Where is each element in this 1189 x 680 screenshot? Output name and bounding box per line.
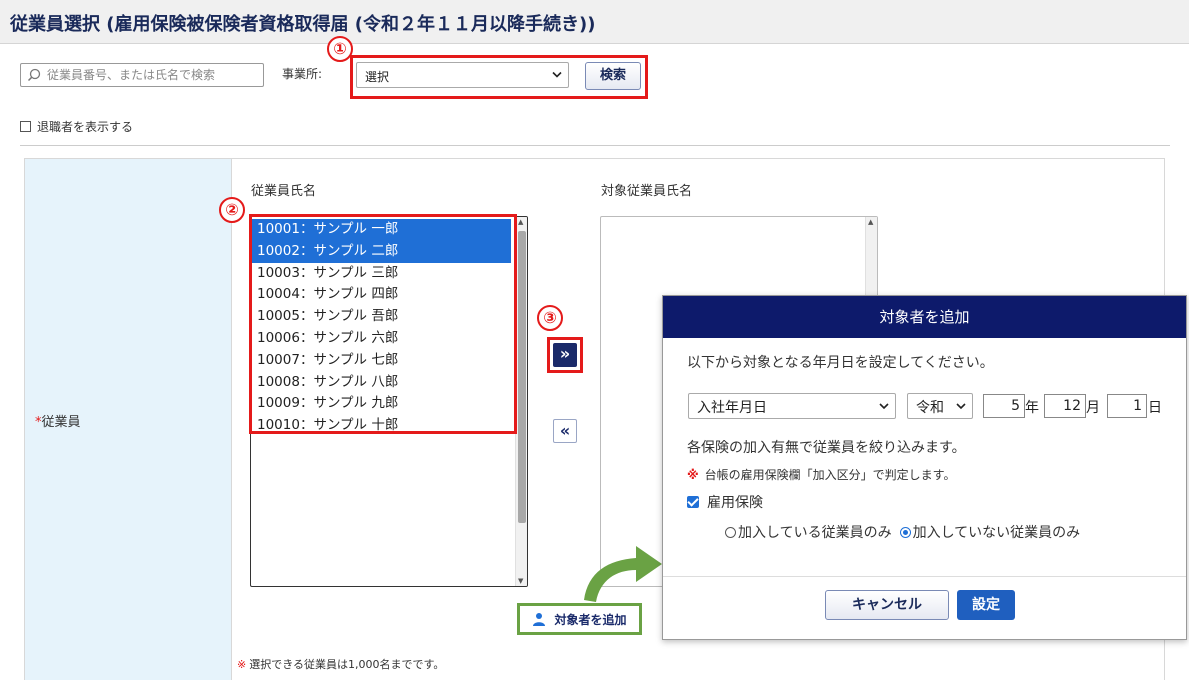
- target-list-header: 対象従業員氏名: [601, 184, 693, 199]
- radio-not-joined-label[interactable]: 加入していない従業員のみ: [913, 522, 1081, 542]
- radio-joined[interactable]: [725, 526, 736, 538]
- show-retired-toggle[interactable]: 退職者を表示する: [20, 118, 133, 135]
- office-label: 事業所:: [282, 67, 323, 81]
- callout-number-3: ③: [537, 305, 563, 331]
- dialog-footer-divider: [663, 576, 1186, 577]
- set-button[interactable]: 設定: [957, 590, 1015, 620]
- callout-box-2: [249, 214, 517, 434]
- add-target-dialog: 対象者を追加 以下から対象となる年月日を設定してください。 入社年月日 令和 5…: [662, 295, 1187, 640]
- filter-description: 各保険の加入有無で従業員を絞り込みます。: [687, 440, 966, 456]
- green-arrow-icon: [584, 546, 662, 602]
- chevron-down-icon: [956, 403, 966, 410]
- field-label-cell: *従業員: [25, 159, 232, 680]
- user-icon: [533, 613, 546, 626]
- source-list-header: 従業員氏名: [251, 184, 317, 199]
- add-target-label: 対象者を追加: [554, 612, 627, 627]
- day-input[interactable]: 1: [1107, 394, 1147, 418]
- scroll-up-icon[interactable]: ▲: [868, 218, 873, 226]
- month-input[interactable]: 12: [1044, 394, 1086, 418]
- era-value: 令和: [916, 400, 944, 416]
- employment-insurance-checkbox[interactable]: [687, 496, 699, 508]
- show-retired-label: 退職者を表示する: [37, 120, 134, 134]
- employee-field-label: *従業員: [35, 415, 81, 430]
- page-header: 従業員選択 (雇用保険被保険者資格取得届 (令和２年１１月以降手続き)): [0, 0, 1189, 44]
- search-input[interactable]: [47, 66, 261, 84]
- year-input[interactable]: 5: [983, 394, 1025, 418]
- enrollment-radio-group: 加入している従業員のみ 加入していない従業員のみ: [725, 522, 1080, 542]
- filter-note: ※ 台帳の雇用保険欄「加入区分」で判定します。: [687, 468, 956, 482]
- show-retired-checkbox[interactable]: [20, 121, 31, 132]
- month-unit: 月: [1086, 400, 1100, 416]
- limit-note: ※ 選択できる従業員は1,000名までです。: [237, 658, 445, 671]
- cancel-button[interactable]: キャンセル: [825, 590, 949, 620]
- callout-number-2: ②: [219, 197, 245, 223]
- add-target-button[interactable]: 対象者を追加: [517, 603, 642, 635]
- callout-number-1: ①: [327, 36, 353, 62]
- date-type-value: 入社年月日: [697, 400, 767, 416]
- day-unit: 日: [1148, 400, 1162, 416]
- divider: [20, 145, 1170, 146]
- scroll-down-icon[interactable]: ▼: [518, 577, 523, 585]
- search-icon: [27, 68, 41, 82]
- filter-note-mark: ※: [687, 468, 699, 482]
- move-left-button[interactable]: «: [553, 419, 577, 443]
- page-title: 従業員選択 (雇用保険被保険者資格取得届 (令和２年１１月以降手続き)): [10, 14, 596, 35]
- callout-box-1: [350, 55, 648, 99]
- scroll-thumb[interactable]: [518, 231, 526, 523]
- callout-box-3: [547, 337, 583, 373]
- date-type-select[interactable]: 入社年月日: [688, 393, 896, 419]
- radio-not-joined[interactable]: [899, 526, 911, 538]
- employment-insurance-toggle[interactable]: 雇用保険: [687, 492, 763, 512]
- dialog-title: 対象者を追加: [663, 296, 1186, 338]
- chevron-down-icon: [879, 403, 889, 410]
- search-field[interactable]: [20, 63, 264, 87]
- note-mark: ※: [237, 658, 247, 671]
- year-unit: 年: [1025, 400, 1039, 416]
- era-select[interactable]: 令和: [907, 393, 973, 419]
- radio-joined-label[interactable]: 加入している従業員のみ: [738, 522, 892, 542]
- scroll-up-icon[interactable]: ▲: [518, 218, 523, 226]
- employment-insurance-label: 雇用保険: [707, 495, 763, 511]
- dialog-intro: 以下から対象となる年月日を設定してください。: [687, 355, 994, 371]
